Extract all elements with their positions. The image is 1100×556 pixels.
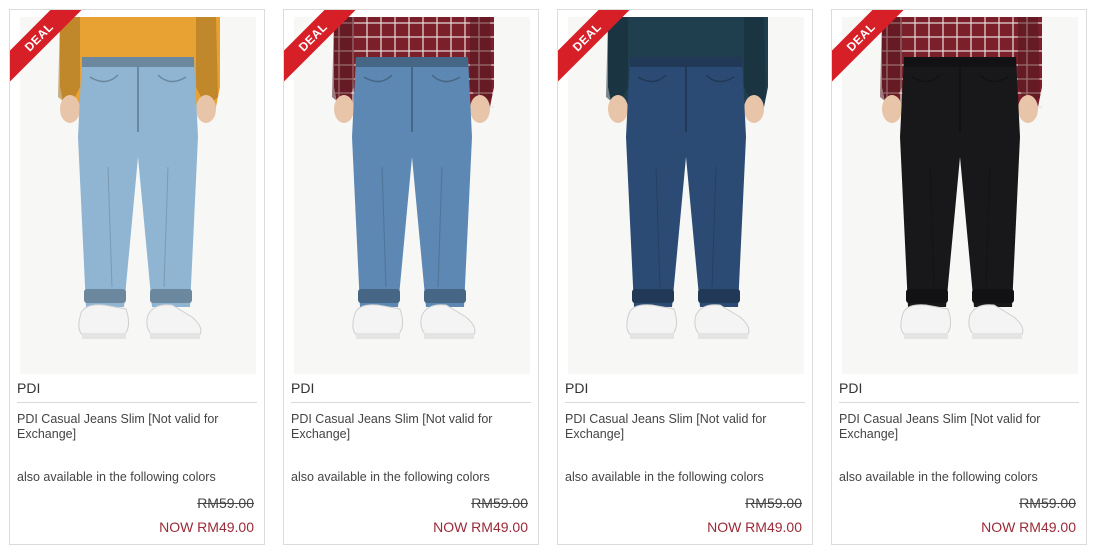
product-card[interactable]: DEAL PDI PDI Casual Jeans Slim [Not vali… (9, 9, 265, 545)
new-price: NOW RM49.00 (981, 519, 1076, 535)
colors-label: also available in the following colors (839, 470, 1038, 484)
deal-ribbon: DEAL (284, 10, 364, 90)
old-price: RM59.00 (197, 495, 254, 511)
product-brand[interactable]: PDI (17, 380, 40, 396)
product-brand[interactable]: PDI (565, 380, 588, 396)
old-price: RM59.00 (1019, 495, 1076, 511)
new-price: NOW RM49.00 (159, 519, 254, 535)
deal-ribbon: DEAL (10, 10, 90, 90)
product-card[interactable]: DEAL PDI PDI Casual Jeans Slim [Not vali… (831, 9, 1087, 545)
product-card[interactable]: DEAL PDI PDI Casual Jeans Slim [Not vali… (557, 9, 813, 545)
divider (291, 402, 531, 403)
deal-badge: DEAL (832, 10, 908, 84)
product-grid: DEAL PDI PDI Casual Jeans Slim [Not vali… (0, 0, 1100, 556)
colors-label: also available in the following colors (565, 470, 764, 484)
colors-label: also available in the following colors (291, 470, 490, 484)
product-card[interactable]: DEAL PDI PDI Casual Jeans Slim [Not vali… (283, 9, 539, 545)
old-price: RM59.00 (745, 495, 802, 511)
divider (565, 402, 805, 403)
deal-badge: DEAL (10, 10, 86, 84)
divider (17, 402, 257, 403)
product-name[interactable]: PDI Casual Jeans Slim [Not valid for Exc… (17, 412, 247, 442)
new-price: NOW RM49.00 (707, 519, 802, 535)
colors-label: also available in the following colors (17, 470, 216, 484)
divider (839, 402, 1079, 403)
new-price: NOW RM49.00 (433, 519, 528, 535)
product-name[interactable]: PDI Casual Jeans Slim [Not valid for Exc… (839, 412, 1069, 442)
product-name[interactable]: PDI Casual Jeans Slim [Not valid for Exc… (565, 412, 795, 442)
deal-ribbon: DEAL (558, 10, 638, 90)
deal-badge: DEAL (558, 10, 634, 84)
deal-ribbon: DEAL (832, 10, 912, 90)
product-brand[interactable]: PDI (291, 380, 314, 396)
deal-badge: DEAL (284, 10, 360, 84)
product-brand[interactable]: PDI (839, 380, 862, 396)
old-price: RM59.00 (471, 495, 528, 511)
product-name[interactable]: PDI Casual Jeans Slim [Not valid for Exc… (291, 412, 521, 442)
